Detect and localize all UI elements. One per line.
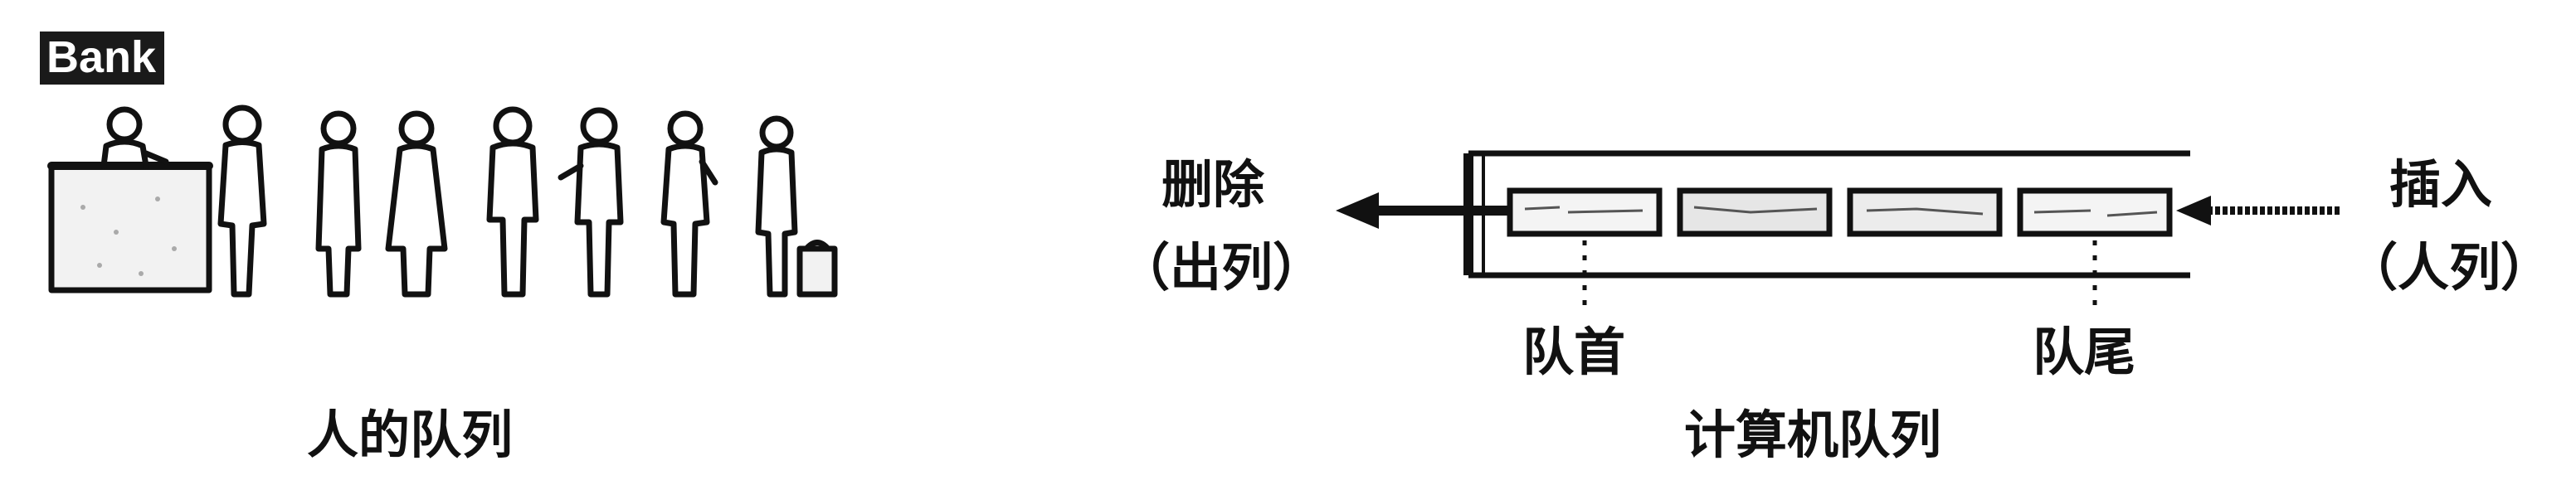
queue-tail-label: 队尾	[2033, 322, 2136, 382]
human-queue-caption: 人的队列	[307, 405, 514, 465]
queue-person-icon	[315, 110, 362, 298]
delete-note-label: （出列）	[1118, 237, 1325, 298]
human-queue-illustration	[47, 104, 838, 298]
bank-counter-icon	[47, 106, 213, 293]
computer-queue-diagram	[1336, 150, 2340, 307]
computer-queue-caption: 计算机队列	[1684, 405, 1942, 465]
insert-note-label: （人列）	[2346, 237, 2553, 298]
queue-head-label: 队首	[1522, 322, 1626, 382]
queue-person-icon	[486, 106, 539, 298]
queue-person-icon	[755, 115, 838, 298]
queue-person-icon	[558, 107, 624, 298]
queue-person-icon	[660, 110, 718, 298]
delete-label: 删除	[1161, 154, 1265, 215]
queue-person-icon	[385, 110, 448, 298]
insert-label: 插入	[2389, 154, 2493, 215]
queue-person-icon	[217, 104, 267, 298]
insert-arrow-head	[2176, 196, 2211, 226]
delete-arrow-head	[1336, 192, 1379, 229]
